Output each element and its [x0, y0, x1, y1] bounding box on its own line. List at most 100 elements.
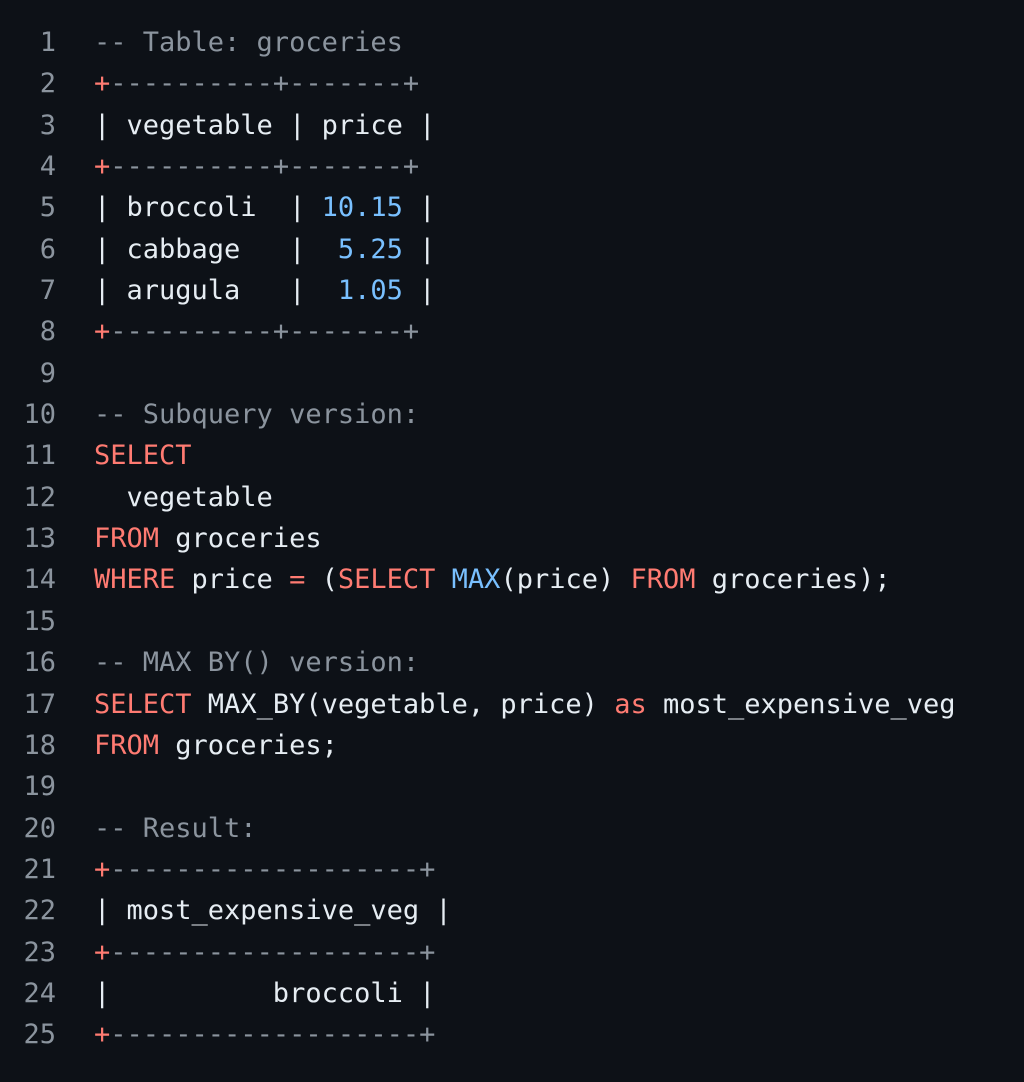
line-number: 7: [39, 275, 56, 307]
code-token-border-dash: +: [402, 151, 420, 183]
line-number: 2: [39, 68, 56, 100]
code-token-border-dash: ----------: [110, 68, 273, 100]
code-token-border-dash: -------------------+: [110, 853, 436, 885]
line-number: 3: [39, 109, 56, 141]
code-line: 12 vegetable: [0, 477, 1024, 518]
line-code[interactable]: WHERE price = (SELECT MAX(price) FROM gr…: [56, 559, 891, 600]
line-number: 17: [23, 688, 56, 720]
code-token-plain: price: [175, 564, 290, 596]
code-token-plain: | cabbage |: [94, 233, 338, 265]
line-code[interactable]: [56, 766, 94, 807]
line-code[interactable]: +-------------------+: [56, 1014, 435, 1055]
code-token-number: 10.15: [321, 192, 403, 224]
line-code[interactable]: FROM groceries;: [56, 725, 338, 766]
code-token-comment: -- Subquery version:: [94, 399, 420, 431]
line-code[interactable]: | most_expensive_veg |: [56, 890, 452, 931]
code-line: 1 -- Table: groceries: [0, 22, 1024, 63]
code-line: 21 +-------------------+: [0, 849, 1024, 890]
code-token-border-dash: +: [272, 68, 290, 100]
line-code[interactable]: | broccoli | 10.15 |: [56, 187, 435, 228]
code-token-plain: | broccoli |: [94, 192, 322, 224]
code-token-keyword: FROM: [630, 564, 696, 596]
line-code[interactable]: SELECT MAX_BY(vegetable, price) as most_…: [56, 684, 956, 725]
code-line: 25 +-------------------+: [0, 1014, 1024, 1055]
line-number: 14: [23, 564, 56, 596]
code-token-border-dash: -------: [289, 68, 403, 100]
line-code[interactable]: -- Result:: [56, 808, 257, 849]
code-token-plain: groceries);: [695, 564, 891, 596]
code-line: 16 -- MAX BY() version:: [0, 642, 1024, 683]
code-token-number: 1.05: [337, 275, 403, 307]
code-token-border-plus: +: [94, 936, 111, 968]
line-code[interactable]: | cabbage | 5.25 |: [56, 229, 435, 270]
line-code[interactable]: | arugula | 1.05 |: [56, 270, 435, 311]
line-code[interactable]: vegetable: [56, 477, 273, 518]
code-token-plain: | broccoli |: [94, 977, 436, 1009]
line-number: 16: [23, 647, 56, 679]
line-number: 1: [39, 27, 56, 58]
line-code[interactable]: SELECT: [56, 435, 192, 476]
code-line: 2 +----------+-------+: [0, 63, 1024, 104]
code-token-plain: |: [402, 275, 436, 307]
line-code[interactable]: +-------------------+: [56, 932, 435, 973]
code-editor[interactable]: 1 -- Table: groceries 2 +----------+-------…: [0, 0, 1024, 1082]
line-number: 9: [39, 357, 56, 389]
code-token-comment: -- Result:: [94, 812, 257, 844]
line-number: 24: [23, 977, 56, 1009]
code-token-border-dash: +: [402, 316, 420, 348]
line-code[interactable]: -- Table: groceries: [56, 22, 403, 63]
line-number: 10: [23, 399, 56, 431]
code-line: 17 SELECT MAX_BY(vegetable, price) as mos…: [0, 684, 1024, 725]
code-line: 8 +----------+-------+: [0, 311, 1024, 352]
code-token-plain: | arugula |: [94, 275, 338, 307]
code-token-border-plus: +: [94, 151, 111, 183]
code-line: 10 -- Subquery version:: [0, 394, 1024, 435]
code-line: 9: [0, 353, 1024, 394]
code-line: 24 | broccoli |: [0, 973, 1024, 1014]
code-line: 19: [0, 766, 1024, 807]
code-token-border-dash: ----------: [110, 316, 273, 348]
line-number: 19: [23, 771, 56, 803]
line-number: 5: [39, 192, 56, 224]
code-token-keyword: FROM: [94, 729, 160, 761]
line-code[interactable]: | vegetable | price |: [56, 105, 435, 146]
line-code[interactable]: +----------+-------+: [56, 63, 419, 104]
line-code[interactable]: [56, 353, 94, 394]
code-line: 4 +----------+-------+: [0, 146, 1024, 187]
line-number: 23: [23, 936, 56, 968]
line-code[interactable]: [56, 601, 94, 642]
line-code[interactable]: FROM groceries: [56, 518, 322, 559]
code-token-keyword: =: [289, 564, 306, 596]
code-token-border-dash: -------------------+: [110, 936, 436, 968]
code-line: 6 | cabbage | 5.25 |: [0, 229, 1024, 270]
line-number: 15: [23, 605, 56, 637]
line-number: 11: [23, 440, 56, 472]
line-code[interactable]: | broccoli |: [56, 973, 435, 1014]
code-token-border-dash: -------: [289, 151, 403, 183]
code-line: 23 +-------------------+: [0, 932, 1024, 973]
line-code[interactable]: -- MAX BY() version:: [56, 642, 419, 683]
code-token-border-dash: +: [402, 68, 420, 100]
code-token-plain: |: [402, 233, 436, 265]
code-token-plain: groceries: [159, 523, 322, 555]
code-token-plain: groceries;: [159, 729, 338, 761]
code-line: 13 FROM groceries: [0, 518, 1024, 559]
code-token-plain: (: [305, 564, 338, 596]
code-line: 7 | arugula | 1.05 |: [0, 270, 1024, 311]
code-token-border-dash: -------------------+: [110, 1019, 436, 1051]
code-token-border-plus: +: [94, 1019, 111, 1051]
code-token-border-dash: +: [272, 316, 290, 348]
line-code[interactable]: -- Subquery version:: [56, 394, 419, 435]
code-token-keyword: SELECT: [94, 688, 192, 720]
code-token-plain: most_expensive_veg: [646, 688, 956, 720]
line-code[interactable]: +----------+-------+: [56, 146, 419, 187]
line-code[interactable]: +----------+-------+: [56, 311, 419, 352]
code-token-border-plus: +: [94, 68, 111, 100]
code-line: 22 | most_expensive_veg |: [0, 890, 1024, 931]
line-number: 20: [23, 812, 56, 844]
line-number: 18: [23, 729, 56, 761]
line-code[interactable]: +-------------------+: [56, 849, 435, 890]
line-number: 6: [39, 233, 56, 265]
line-number: 8: [39, 316, 56, 348]
code-token-plain: (price): [500, 564, 631, 596]
